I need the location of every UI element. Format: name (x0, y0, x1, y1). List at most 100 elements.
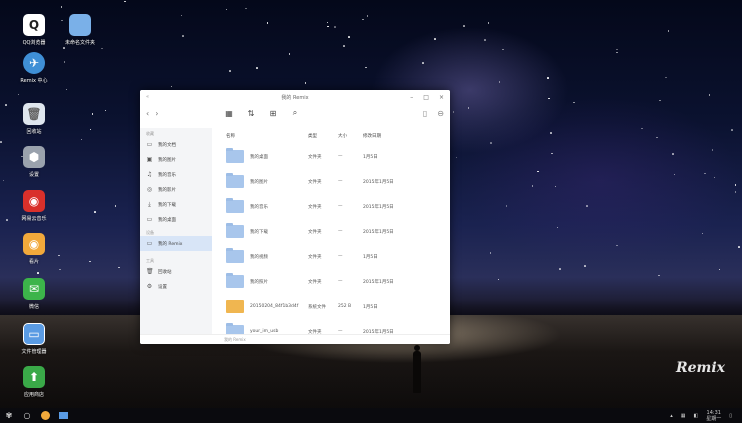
folder-icon (226, 223, 244, 238)
qq-browser-icon: Q (23, 14, 45, 36)
sidebar-item-documents[interactable]: ▭ 我的文档 (140, 137, 212, 152)
column-header-name[interactable]: 名称 (218, 133, 308, 139)
star (229, 70, 231, 72)
star (326, 21, 329, 24)
desktop-icon-remix-center[interactable]: ✈ Remix 中心 (6, 52, 62, 84)
sidebar-item-label: 我的文档 (158, 142, 176, 148)
star (343, 45, 345, 47)
sidebar-item-videos[interactable]: ◎ 我的影片 (140, 182, 212, 197)
star (672, 153, 674, 155)
desktop-icon-netease-music[interactable]: ◉ 网易云音乐 (6, 190, 62, 222)
star (348, 36, 350, 38)
notification-icon[interactable]: ▯ (729, 413, 732, 419)
download-icon: ⤓ (148, 200, 151, 208)
sidebar-item-recycle-bin[interactable]: 🗑 回收站 (140, 264, 212, 279)
file-row[interactable]: 我的视频 文件夹 — 1月5日 (218, 244, 450, 269)
star (718, 268, 721, 271)
file-row[interactable]: 我的照片 文件夹 — 2015年1月5日 (218, 269, 450, 294)
clock[interactable]: 14:31 星期一 (706, 410, 721, 422)
qq-browser-taskbar-icon[interactable] (36, 408, 54, 423)
star (497, 278, 500, 281)
window-titlebar[interactable]: « 我的 Remix – □ × (140, 90, 450, 104)
desktop-icon-video[interactable]: ◉ 看片 (6, 233, 62, 265)
music-icon: ◉ (23, 190, 45, 212)
back-button[interactable]: ‹ (146, 109, 149, 118)
search-icon[interactable]: ⌕ (288, 108, 302, 118)
more-icon[interactable]: ⊖ (437, 109, 444, 118)
column-header-type[interactable]: 类型 (308, 133, 338, 139)
column-header-size[interactable]: 大小 (338, 133, 363, 139)
file-row[interactable]: 我的音乐 文件夹 — 2015年1月5日 (218, 194, 450, 219)
star (334, 26, 336, 28)
desktop-icon-file-manager[interactable]: ▭ 文件管理器 (6, 323, 62, 355)
sidebar-item-music[interactable]: ♫ 我的音乐 (140, 167, 212, 182)
star (584, 265, 586, 267)
star (366, 15, 369, 17)
star (2, 179, 5, 182)
star (487, 22, 490, 24)
video-icon: ◉ (23, 233, 45, 255)
volume-icon[interactable]: ◧ (693, 413, 698, 419)
star (362, 18, 364, 21)
folder-icon (226, 248, 244, 263)
trash-icon[interactable]: ▯ (423, 109, 427, 118)
file-row[interactable]: 20150204_84f1b3d4f 系统文件 252 B 1月5日 (218, 294, 450, 319)
desktop-icon-wechat[interactable]: ✉ 微信 (6, 278, 62, 310)
star (701, 232, 704, 235)
file-row[interactable]: 我的图片 文件夹 — 2015年1月5日 (218, 169, 450, 194)
star (434, 38, 436, 40)
file-size: — (338, 229, 343, 234)
star (734, 191, 737, 193)
sidebar-group-tools: 工具 (146, 258, 154, 263)
new-folder-icon[interactable]: ⊞ (266, 109, 280, 118)
taskbar: ✾ ○ ▴ ▦ ◧ 14:31 星期一 ▯ (0, 408, 742, 423)
file-row[interactable]: 我的桌面 文件夹 — 1月5日 (218, 144, 450, 169)
close-button[interactable]: × (439, 94, 444, 101)
sidebar-item-pictures[interactable]: ▣ 我的图片 (140, 152, 212, 167)
star (80, 138, 83, 141)
folder-icon (226, 198, 244, 213)
grid-view-icon[interactable]: ▦ (222, 109, 236, 118)
sidebar-item-settings[interactable]: ⚙ 设置 (140, 279, 212, 294)
column-header-date[interactable]: 修改日期 (363, 133, 413, 139)
desktop-icon-settings[interactable]: ⬢ 设置 (6, 146, 62, 178)
desktop-icon-app-store[interactable]: ⬆ 应用商店 (6, 366, 62, 398)
document-icon: ▭ (146, 141, 153, 148)
file-name: 20150204_84f1b3d4f (250, 304, 299, 309)
star (101, 47, 103, 50)
star (455, 156, 458, 159)
tray-arrow-icon[interactable]: ▴ (670, 413, 673, 419)
file-name: 我的音乐 (250, 204, 268, 210)
forward-button[interactable]: › (155, 109, 158, 118)
star (452, 111, 455, 113)
minimize-button[interactable]: – (410, 94, 413, 101)
star (505, 205, 508, 207)
file-manager-taskbar-icon[interactable] (54, 408, 72, 423)
file-date: 1月5日 (363, 254, 378, 260)
file-type: 文件夹 (308, 229, 322, 235)
star (63, 47, 65, 49)
file-row[interactable]: 我的下载 文件夹 — 2015年1月5日 (218, 219, 450, 244)
remix-logo: Remix (676, 360, 726, 376)
trash-icon: 🗑 (146, 268, 154, 275)
sidebar-group-devices: 设备 (146, 230, 154, 235)
sidebar-item-desktop[interactable]: ▭ 我的桌面 (140, 212, 212, 227)
star (548, 97, 550, 100)
star (256, 67, 258, 69)
search-icon[interactable]: ○ (18, 408, 36, 423)
star (556, 226, 559, 229)
star (616, 48, 618, 51)
sort-icon[interactable]: ⇅ (244, 109, 258, 118)
star (734, 184, 737, 186)
sidebar-item-my-remix[interactable]: ▭ 我的 Remix (140, 236, 212, 251)
maximize-button[interactable]: □ (423, 94, 429, 101)
desktop-icon-recycle-bin[interactable]: 🗑 回收站 (6, 103, 62, 135)
network-icon[interactable]: ▦ (681, 413, 686, 419)
star (731, 129, 733, 131)
remix-start-icon[interactable]: ✾ (0, 408, 18, 423)
star (665, 76, 667, 79)
folder-icon (69, 14, 91, 36)
desktop-icon-new-folder[interactable]: 未命名文件夹 (52, 14, 108, 46)
status-text: 我的 Remix (224, 336, 246, 342)
sidebar-item-downloads[interactable]: ⤓ 我的下载 (140, 197, 212, 212)
